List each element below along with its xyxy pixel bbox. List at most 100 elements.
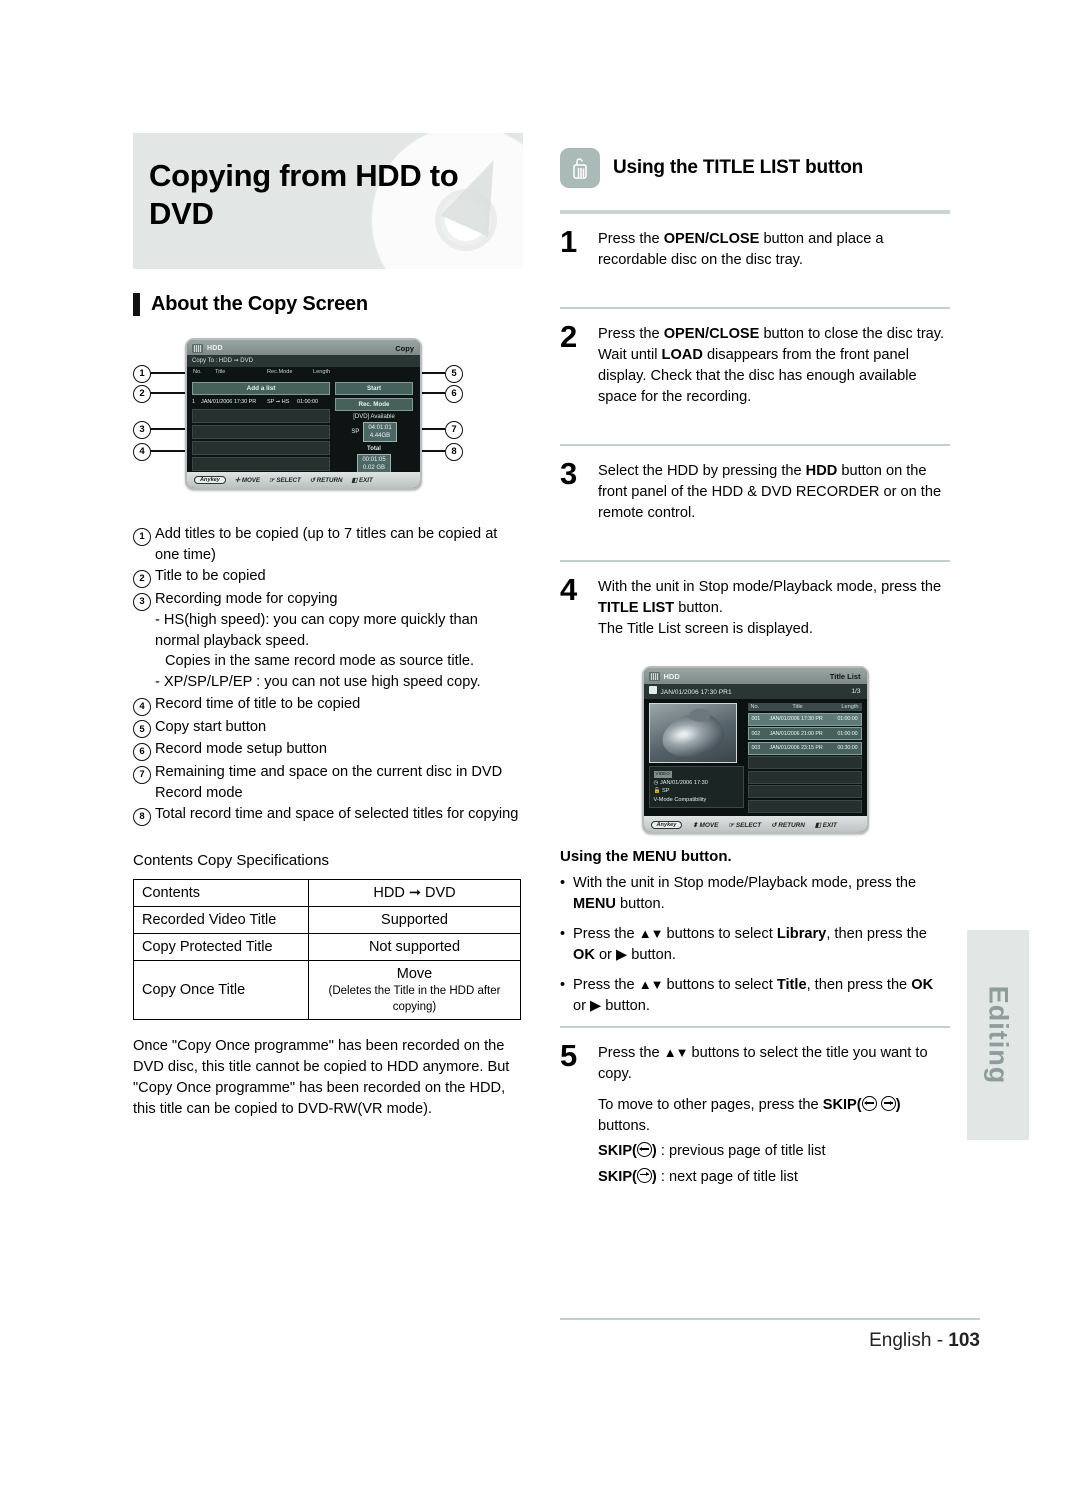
- empty-slot[interactable]: [192, 457, 330, 471]
- page-title: Copying from HDD to DVD: [149, 158, 459, 231]
- page-number: English - 103: [560, 1330, 980, 1352]
- note-text: Record time of title to be copied: [155, 695, 361, 712]
- note-text: Title to be copied: [155, 568, 266, 585]
- spec-value: Supported: [308, 906, 521, 935]
- start-button[interactable]: Start: [335, 382, 413, 395]
- empty-slot[interactable]: [192, 441, 330, 455]
- menu-bullet-list: • With the unit in Stop mode/Playback mo…: [560, 873, 950, 1017]
- note-marker: 1: [133, 527, 151, 546]
- note-marker: 2: [133, 570, 151, 589]
- leader-line-3: [150, 428, 190, 430]
- right-heading: Using the TITLE LIST button: [560, 148, 950, 188]
- available-size: 4.44GB: [369, 433, 391, 440]
- osd-copy-to: Copy To : HDD ➞ DVD: [187, 355, 420, 367]
- right-column: Using the TITLE LIST button 1 Press the …: [560, 148, 950, 1203]
- note-item: 6 Record mode setup button: [133, 739, 523, 762]
- footer-page-number: 103: [948, 1330, 980, 1351]
- spec-value: Move (Deletes the Title in the HDD after…: [308, 960, 521, 1021]
- osd-side-panel: Start Rec. Mode [DVD] Available SP 04:01…: [335, 382, 413, 475]
- note-text: Add titles to be copied (up to 7 titles …: [155, 526, 498, 563]
- osd-titlebar: HDD Copy: [187, 340, 420, 355]
- tl-column-headers: No. Title Length: [747, 703, 862, 711]
- osd-device-label: HDD: [207, 345, 223, 352]
- step-2: 2 Press the OPEN/CLOSE button to close t…: [560, 309, 950, 422]
- note-item: 1 Add titles to be copied (up to 7 titles…: [133, 524, 523, 565]
- skip-prev-icon: [861, 1096, 877, 1111]
- rec-mode-button[interactable]: Rec. Mode: [335, 398, 413, 411]
- tl-row-no: 003: [751, 745, 761, 751]
- step-5: 5 Press the ▲▼ buttons to select the tit…: [560, 1028, 950, 1203]
- tl-device-label: HDD: [663, 672, 680, 681]
- copy-title-row[interactable]: 1 JAN/01/2006 17:30 PR SP ➞ HS 01:00:00: [192, 397, 330, 407]
- video-badge: VIDEO: [653, 771, 672, 778]
- bullet-text: Press the ▲▼ buttons to select Title, th…: [573, 977, 934, 1014]
- list-item[interactable]: [747, 756, 862, 769]
- list-item[interactable]: 002 JAN/01/2006 21:00 PR 01:00:00: [747, 727, 862, 740]
- note-item: 8 Total record time and space of selected…: [133, 804, 523, 827]
- list-item[interactable]: 003 JAN/01/2006 23:15 PR 00:30:00: [747, 741, 862, 755]
- empty-slot[interactable]: [192, 425, 330, 439]
- copy-screen-figure: 1 2 3 4 5 6 7 8 HDD Copy Copy To: HDD ➞…: [133, 330, 523, 508]
- marker-1: 1: [133, 364, 151, 383]
- note-item: 4 Record time of title to be copied: [133, 694, 523, 716]
- title-list-figure: HDD Title List JAN/01/2006 17:30 PR1 1/3: [560, 666, 950, 834]
- table-row: Recorded Video Title Supported: [133, 906, 521, 935]
- move-hint: ✛ MOVE: [234, 476, 261, 484]
- tl-row-length: 01:00:00: [837, 716, 858, 722]
- add-a-list-button[interactable]: Add a list: [192, 382, 330, 395]
- tape-icon: [648, 686, 657, 694]
- step5-next: SKIP() : next page of title list: [598, 1167, 798, 1185]
- section-heading: About the Copy Screen: [133, 293, 523, 316]
- tl-row-no: 001: [751, 716, 761, 722]
- note-subtext: Copies in the same record mode as source…: [165, 653, 475, 670]
- heading-bar-icon: [133, 293, 140, 316]
- marker-8: 8: [445, 442, 463, 461]
- step-number: 2: [560, 319, 578, 354]
- title-list-osd: HDD Title List JAN/01/2006 17:30 PR1 1/3: [641, 666, 869, 834]
- step5-prev: SKIP() : previous page of title list: [598, 1142, 826, 1159]
- tl-body: VIDEO ◷ JAN/01/2006 17:30 🔓 SP V-Mode Co…: [644, 699, 867, 813]
- spec-key: Copy Once Title: [133, 960, 309, 1021]
- tl-row-length: 00:30:00: [837, 745, 858, 751]
- bullet-dot: •: [560, 977, 566, 993]
- list-item[interactable]: [747, 770, 862, 784]
- list-item[interactable]: [747, 785, 862, 798]
- list-item[interactable]: [747, 799, 862, 813]
- leader-line-1: [150, 372, 190, 374]
- return-hint: ↺ RETURN: [309, 476, 343, 484]
- bullet-text: With the unit in Stop mode/Playback mode…: [573, 875, 917, 912]
- note-text: Copy start button: [155, 718, 267, 735]
- info-compat: V-Mode Compatibility: [653, 796, 707, 803]
- left-column: Copying from HDD to DVD About the Copy S…: [133, 133, 523, 1120]
- tl-list-panel: No. Title Length 001 JAN/01/2006 17:30 P…: [747, 703, 862, 813]
- col-no: No.: [193, 369, 202, 375]
- tl-row-title: JAN/01/2006 23:15 PR: [769, 745, 823, 751]
- spec-header-contents: Contents: [133, 879, 309, 908]
- empty-slot[interactable]: [192, 409, 330, 423]
- copy-row-title: JAN/01/2006 17:30 PR: [201, 399, 257, 405]
- total-label: Total: [367, 446, 381, 453]
- section-heading-text: About the Copy Screen: [151, 293, 368, 315]
- osd-body: No. Title Rec.Mode Length Add a list 1 J…: [187, 367, 420, 487]
- tl-page-indicator: 1/3: [851, 687, 861, 695]
- tl-col-title: Title: [792, 704, 803, 710]
- skip-next-icon: [636, 1167, 652, 1183]
- tl-col-length: Length: [841, 704, 859, 710]
- tl-current-title: JAN/01/2006 17:30 PR1: [660, 689, 732, 696]
- copy-screen-osd: HDD Copy Copy To : HDD ➞ DVD No. Title R…: [185, 338, 422, 490]
- note-item: 2 Title to be copied: [133, 566, 523, 589]
- table-row: Copy Protected Title Not supported: [133, 933, 521, 962]
- move-hint: ⬍ MOVE: [692, 821, 719, 829]
- copy-once-note: Once "Copy Once programme" has been reco…: [133, 1038, 510, 1118]
- bullet-text: Press the ▲▼ buttons to select Library, …: [573, 926, 927, 963]
- hdd-icon: [192, 344, 203, 353]
- spec-value-note: (Deletes the Title in the HDD after copy…: [328, 985, 501, 1014]
- anykey-button[interactable]: Anykey: [650, 820, 683, 829]
- tl-current-bar: JAN/01/2006 17:30 PR1 1/3: [643, 684, 867, 699]
- list-item[interactable]: 001 JAN/01/2006 17:30 PR 01:00:00: [747, 712, 862, 726]
- col-recmode: Rec.Mode: [267, 369, 293, 375]
- step-number: 1: [560, 224, 578, 259]
- anykey-button[interactable]: Anykey: [194, 476, 226, 484]
- menu-section-heading: Using the MENU button.: [560, 848, 732, 865]
- manual-page: Copying from HDD to DVD About the Copy S…: [0, 0, 1080, 1487]
